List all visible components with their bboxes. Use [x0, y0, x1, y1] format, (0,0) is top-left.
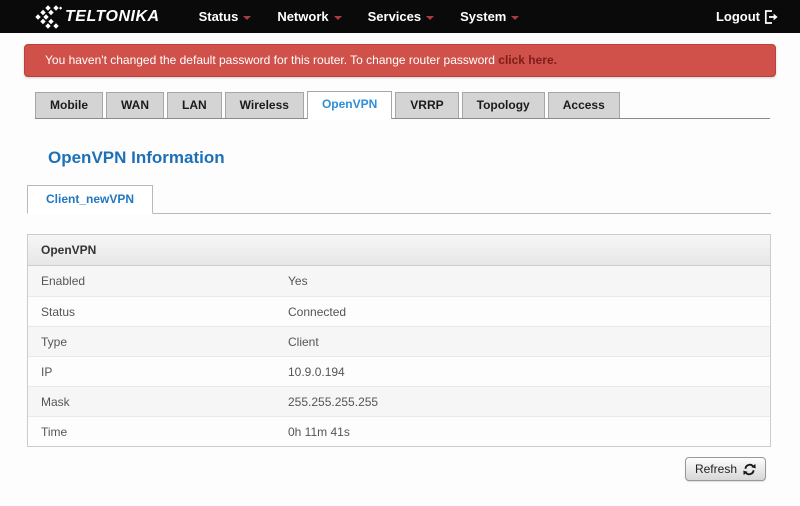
- table-row-enabled: Enabled Yes: [28, 266, 770, 296]
- table-row-status: Status Connected: [28, 296, 770, 326]
- brand-name: TELTONIKA: [65, 7, 160, 25]
- row-value: 10.9.0.194: [288, 364, 345, 379]
- tab-lan[interactable]: LAN: [167, 92, 222, 118]
- menu-network-label: Network: [277, 9, 329, 24]
- chevron-down-icon: [333, 15, 342, 20]
- row-label: Time: [41, 424, 68, 439]
- row-label: Mask: [41, 394, 70, 409]
- tab-vrrp[interactable]: VRRP: [395, 92, 459, 118]
- teltonika-chevron-icon: [35, 4, 62, 29]
- tab-access[interactable]: Access: [547, 92, 620, 118]
- vpn-instance-tabs: Client_newVPN: [27, 185, 771, 214]
- row-value: Connected: [288, 304, 347, 319]
- tab-mobile[interactable]: Mobile: [35, 92, 103, 118]
- refresh-button-label: Refresh: [694, 462, 737, 476]
- chevron-down-icon: [511, 15, 520, 20]
- chevron-down-icon: [243, 15, 252, 20]
- row-label: Status: [41, 304, 76, 319]
- row-value: 0h 11m 41s: [288, 424, 350, 439]
- main-menu: Status Network Services System: [186, 9, 533, 24]
- page-title: OpenVPN Information: [48, 148, 225, 167]
- password-warning-text: You haven't changed the default password…: [45, 53, 495, 67]
- chevron-down-icon: [426, 15, 435, 20]
- menu-status-label: Status: [198, 9, 239, 24]
- refresh-button[interactable]: Refresh: [684, 457, 766, 481]
- tab-wireless[interactable]: Wireless: [224, 92, 304, 118]
- menu-system[interactable]: System: [447, 9, 532, 24]
- refresh-icon: [743, 463, 756, 476]
- tab-openvpn[interactable]: OpenVPN: [306, 91, 393, 119]
- row-value: 255.255.255.255: [288, 394, 379, 409]
- logout-label: Logout: [715, 9, 760, 24]
- table-row-time: Time 0h 11m 41s: [28, 416, 770, 446]
- table-row-mask: Mask 255.255.255.255: [28, 386, 770, 416]
- brand-logo[interactable]: TELTONIKA: [35, 4, 160, 29]
- subtab-client-newvpn[interactable]: Client_newVPN: [27, 185, 154, 214]
- row-value: Client: [288, 334, 319, 349]
- row-label: Enabled: [41, 274, 86, 288]
- table-row-ip: IP 10.9.0.194: [28, 356, 770, 386]
- menu-status[interactable]: Status: [186, 9, 265, 24]
- password-warning-banner: You haven't changed the default password…: [24, 44, 776, 77]
- actions-bar: Refresh: [0, 457, 766, 481]
- menu-services-label: Services: [367, 9, 422, 24]
- table-body: Enabled Yes Status Connected Type Client…: [28, 266, 770, 446]
- table-header: OpenVPN: [28, 235, 770, 266]
- menu-system-label: System: [460, 9, 507, 24]
- row-label: IP: [41, 364, 53, 379]
- row-label: Type: [41, 334, 68, 349]
- tab-wan[interactable]: WAN: [106, 92, 164, 118]
- table-row-type: Type Client: [28, 326, 770, 356]
- menu-network[interactable]: Network: [264, 9, 354, 24]
- logout-icon: [764, 9, 778, 24]
- tab-topology[interactable]: Topology: [461, 92, 545, 118]
- row-value: Yes: [288, 274, 308, 288]
- openvpn-info-table: OpenVPN Enabled Yes Status Connected Typ…: [27, 234, 771, 447]
- top-navbar: TELTONIKA Status Network Services System…: [0, 0, 800, 33]
- change-password-link[interactable]: click here.: [498, 53, 557, 67]
- logout-button[interactable]: Logout: [716, 9, 778, 24]
- menu-services[interactable]: Services: [355, 9, 448, 24]
- section-tabs: Mobile WAN LAN Wireless OpenVPN VRRP Top…: [35, 91, 770, 119]
